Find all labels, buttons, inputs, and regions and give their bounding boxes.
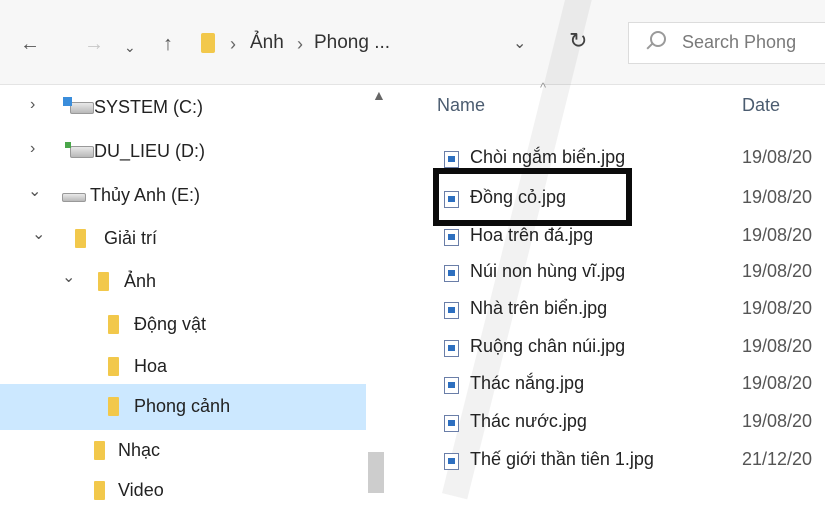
tree-item-label: Video bbox=[118, 480, 164, 500]
file-row[interactable]: Thế giới thần tiên 1.jpg 21/12/20 bbox=[392, 442, 825, 478]
file-name: Ruộng chân núi.jpg bbox=[470, 336, 626, 356]
collapse-chevron-icon[interactable]: ⌄ bbox=[62, 267, 75, 287]
tree-item-label: DU_LIEU (D:) bbox=[94, 141, 206, 161]
file-row[interactable]: Núi non hùng vĩ.jpg 19/08/20 bbox=[392, 254, 825, 290]
tree-item-label: SYSTEM (C:) bbox=[94, 97, 204, 117]
drive-icon bbox=[65, 142, 94, 158]
tree-item-dong-vat[interactable]: Động vật bbox=[0, 304, 366, 346]
tree-item-label: Hoa bbox=[134, 356, 168, 376]
expand-chevron-icon[interactable]: › bbox=[30, 96, 35, 114]
breadcrumb-phong-canh[interactable]: Phong ... bbox=[314, 32, 390, 54]
path-separator: › bbox=[297, 34, 303, 54]
file-row[interactable]: Thác nắng.jpg 19/08/20 bbox=[392, 366, 825, 402]
address-bar: ← → ⌄ ↑ › Ảnh › Phong ... ⌄ ↻ Search Pho… bbox=[0, 0, 825, 85]
folder-icon bbox=[75, 229, 86, 248]
refresh-icon[interactable]: ↻ bbox=[569, 28, 587, 54]
recent-locations-chevron-icon[interactable]: ⌄ bbox=[124, 37, 136, 57]
folder-icon bbox=[108, 357, 119, 376]
image-file-icon bbox=[444, 377, 459, 394]
image-file-icon bbox=[444, 151, 459, 168]
file-name: Thác nước.jpg bbox=[470, 411, 587, 431]
scroll-up-arrow-icon[interactable]: ▲ bbox=[372, 87, 386, 103]
breadcrumb-anh[interactable]: Ảnh bbox=[250, 32, 284, 54]
highlight-box bbox=[433, 168, 632, 226]
tree-item-giai-tri[interactable]: ⌄ Giải trí bbox=[0, 218, 366, 260]
image-file-icon bbox=[444, 265, 459, 282]
tree-item-system-c[interactable]: › SYSTEM (C:) bbox=[0, 87, 366, 129]
navigation-scrollbar-thumb[interactable] bbox=[368, 452, 384, 493]
up-arrow-icon[interactable]: ↑ bbox=[163, 34, 173, 54]
folder-icon bbox=[108, 397, 119, 416]
windows-drive-icon bbox=[63, 97, 94, 114]
folder-icon bbox=[94, 481, 105, 500]
file-row[interactable]: Thác nước.jpg 19/08/20 bbox=[392, 404, 825, 440]
file-date: 19/08/20 bbox=[742, 298, 813, 318]
file-date: 19/08/20 bbox=[742, 225, 813, 245]
file-name: Núi non hùng vĩ.jpg bbox=[470, 261, 626, 281]
file-date: 19/08/20 bbox=[742, 187, 813, 207]
collapse-chevron-icon[interactable]: ⌄ bbox=[32, 224, 45, 244]
image-file-icon bbox=[444, 415, 459, 432]
tree-item-label: Nhạc bbox=[118, 440, 161, 460]
address-dropdown-icon[interactable]: ⌄ bbox=[513, 33, 526, 53]
file-date: 19/08/20 bbox=[742, 411, 813, 431]
sort-ascending-icon: ^ bbox=[540, 80, 547, 95]
file-name: Chòi ngắm biển.jpg bbox=[470, 147, 626, 167]
file-name: Hoa trên đá.jpg bbox=[470, 225, 594, 245]
tree-item-video[interactable]: Video bbox=[0, 470, 366, 512]
column-header-date[interactable]: Date bbox=[742, 95, 780, 116]
column-header-name[interactable]: Name bbox=[437, 95, 485, 116]
back-icon[interactable]: ← bbox=[20, 34, 40, 54]
file-name: Thế giới thần tiên 1.jpg bbox=[470, 449, 654, 469]
folder-icon bbox=[108, 315, 119, 334]
folder-icon bbox=[94, 441, 105, 460]
image-file-icon bbox=[444, 302, 459, 319]
collapse-chevron-icon[interactable]: ⌄ bbox=[28, 181, 41, 201]
tree-item-thuy-anh-e[interactable]: ⌄ Thủy Anh (E:) bbox=[0, 175, 366, 217]
file-name: Nhà trên biển.jpg bbox=[470, 298, 608, 318]
file-date: 19/08/20 bbox=[742, 336, 813, 356]
path-separator: › bbox=[230, 34, 236, 54]
search-icon bbox=[650, 31, 666, 47]
search-placeholder[interactable]: Search Phong bbox=[682, 32, 796, 53]
image-file-icon bbox=[444, 229, 459, 246]
file-name: Thác nắng.jpg bbox=[470, 373, 585, 393]
file-date: 21/12/20 bbox=[742, 449, 813, 469]
drive-icon bbox=[62, 193, 86, 202]
tree-item-label: Ảnh bbox=[124, 271, 157, 291]
tree-item-label: Phong cảnh bbox=[134, 396, 231, 416]
file-date: 19/08/20 bbox=[742, 373, 813, 393]
folder-icon bbox=[201, 33, 215, 53]
file-date: 19/08/20 bbox=[742, 147, 813, 167]
forward-icon[interactable]: → bbox=[84, 34, 104, 54]
file-row[interactable]: Nhà trên biển.jpg 19/08/20 bbox=[392, 291, 825, 327]
tree-item-hoa[interactable]: Hoa bbox=[0, 346, 366, 388]
tree-item-du-lieu-d[interactable]: › DU_LIEU (D:) bbox=[0, 131, 366, 173]
file-date: 19/08/20 bbox=[742, 261, 813, 281]
tree-item-anh[interactable]: ⌄ Ảnh bbox=[0, 261, 366, 303]
file-row[interactable]: Ruộng chân núi.jpg 19/08/20 bbox=[392, 329, 825, 365]
tree-item-label: Giải trí bbox=[104, 228, 158, 248]
tree-item-nhac[interactable]: Nhạc bbox=[0, 430, 366, 472]
tree-item-phong-canh[interactable]: Phong cảnh bbox=[0, 384, 366, 430]
tree-item-label: Động vật bbox=[134, 314, 207, 334]
image-file-icon bbox=[444, 340, 459, 357]
image-file-icon bbox=[444, 453, 459, 470]
folder-icon bbox=[98, 272, 109, 291]
tree-item-label: Thủy Anh (E:) bbox=[90, 185, 201, 205]
expand-chevron-icon[interactable]: › bbox=[30, 140, 35, 158]
